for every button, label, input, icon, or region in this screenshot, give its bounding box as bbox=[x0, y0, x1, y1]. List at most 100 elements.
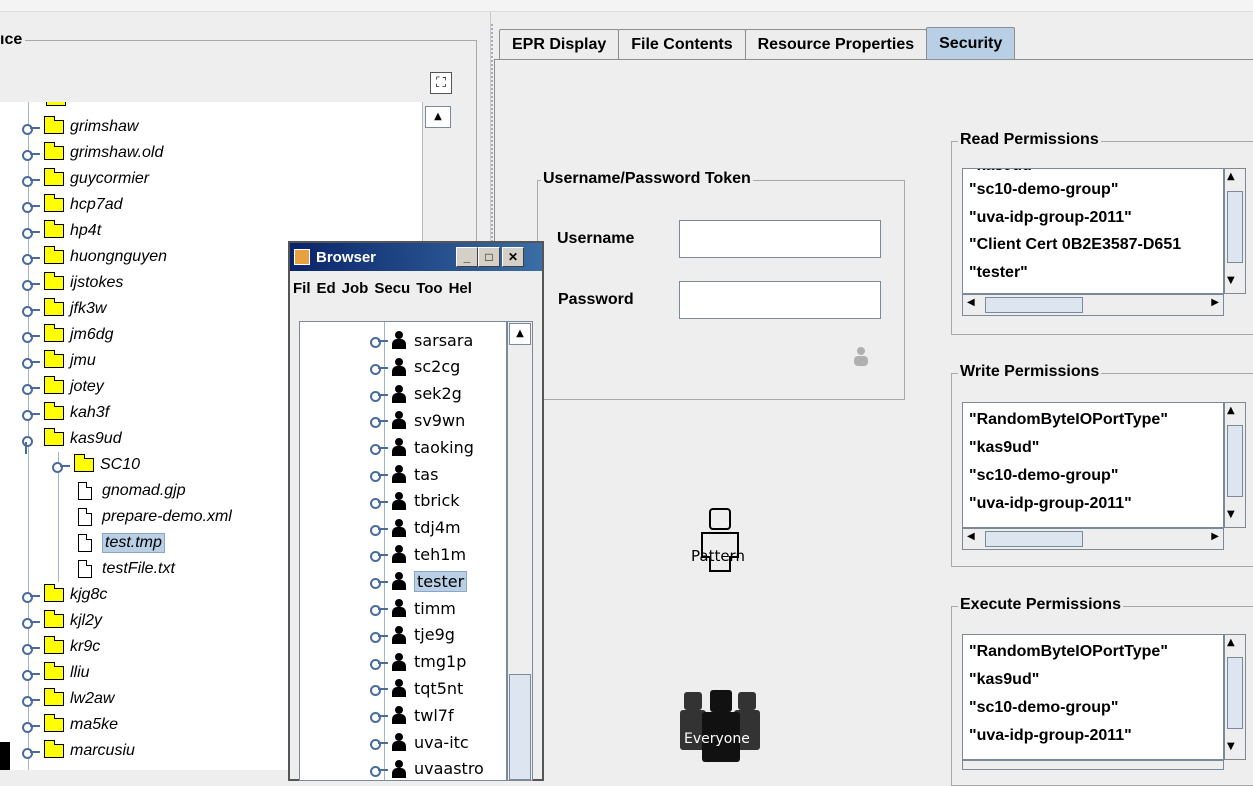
scroll-up-arrow-icon[interactable]: ▲ bbox=[509, 323, 531, 345]
scroll-up-arrow-icon[interactable]: ▲ bbox=[1227, 171, 1235, 182]
tree-item[interactable]: lliu bbox=[22, 660, 90, 686]
user-item[interactable]: uvaastro bbox=[370, 757, 484, 780]
collapsed-handle-icon[interactable] bbox=[22, 122, 40, 135]
collapsed-handle-icon[interactable] bbox=[22, 278, 40, 291]
scroll-thumb[interactable] bbox=[985, 297, 1083, 313]
scroll-down-arrow-icon[interactable]: ▼ bbox=[1227, 275, 1235, 286]
tab-resource-properties[interactable]: Resource Properties bbox=[744, 29, 928, 59]
collapsed-handle-icon[interactable] bbox=[370, 442, 388, 456]
scroll-thumb[interactable] bbox=[1227, 657, 1243, 729]
tree-item[interactable]: jmu bbox=[22, 348, 96, 374]
password-input[interactable] bbox=[679, 281, 881, 319]
collapsed-handle-icon[interactable] bbox=[370, 657, 388, 670]
tree-item[interactable]: kah3f bbox=[22, 400, 109, 426]
permission-item[interactable]: "RandomByteIOPortType" bbox=[969, 643, 1168, 661]
permission-item-partial[interactable]: "kas9ud" bbox=[969, 169, 1039, 175]
tree-item[interactable]: gnomad.gjp bbox=[78, 478, 186, 504]
tab-epr-display[interactable]: EPR Display bbox=[499, 29, 620, 59]
pattern-icon[interactable] bbox=[698, 507, 744, 577]
collapsed-handle-icon[interactable] bbox=[370, 523, 388, 536]
scroll-right-arrow-icon[interactable]: ▶ bbox=[1211, 531, 1219, 542]
collapsed-handle-icon[interactable] bbox=[22, 642, 40, 655]
tree-item[interactable]: guycormier bbox=[22, 166, 149, 192]
collapsed-handle-icon[interactable] bbox=[370, 764, 388, 777]
permission-item[interactable]: "sc10-demo-group" bbox=[969, 467, 1118, 485]
permission-item[interactable]: "uva-idp-group-2011" bbox=[969, 727, 1132, 745]
scroll-left-arrow-icon[interactable]: ◀ bbox=[967, 297, 975, 308]
menu-jobs[interactable]: Job bbox=[339, 280, 372, 297]
user-item[interactable]: uva-itc bbox=[370, 730, 469, 754]
tab-security[interactable]: Security bbox=[926, 27, 1016, 59]
scroll-up-arrow-icon[interactable]: ▲ bbox=[1227, 405, 1235, 416]
tree-item[interactable]: testFile.txt bbox=[78, 556, 175, 582]
menu-edit[interactable]: Ed bbox=[314, 280, 339, 297]
user-item[interactable]: tqt5nt bbox=[370, 676, 463, 700]
collapsed-handle-icon[interactable] bbox=[22, 616, 40, 629]
browser-title-bar[interactable]: Browser _ □ ✕ bbox=[290, 243, 542, 271]
scroll-right-arrow-icon[interactable]: ▶ bbox=[1211, 297, 1219, 308]
collapsed-handle-icon[interactable] bbox=[22, 590, 40, 603]
user-item[interactable]: tdj4m bbox=[370, 516, 461, 540]
collapsed-handle-icon[interactable] bbox=[370, 415, 388, 429]
menu-help[interactable]: Hel bbox=[446, 280, 475, 297]
tree-item[interactable]: lw2aw bbox=[22, 686, 114, 712]
scroll-thumb[interactable] bbox=[1227, 191, 1243, 263]
tree-item[interactable]: kr9c bbox=[22, 634, 100, 660]
tree-item[interactable]: grimshaw bbox=[22, 114, 138, 140]
user-item[interactable]: timm bbox=[370, 596, 456, 620]
scroll-thumb[interactable] bbox=[985, 531, 1083, 547]
collapsed-handle-icon[interactable] bbox=[370, 389, 388, 402]
collapsed-handle-icon[interactable] bbox=[22, 668, 40, 681]
permission-item[interactable]: "Client Cert 0B2E3587-D651 bbox=[969, 236, 1181, 254]
collapsed-handle-icon[interactable] bbox=[22, 330, 40, 343]
tree-item[interactable]: hp4t bbox=[22, 218, 101, 244]
tree-item[interactable]: jfk3w bbox=[22, 296, 106, 322]
permission-item[interactable]: "sc10-demo-group" bbox=[969, 699, 1118, 717]
user-item[interactable]: taoking bbox=[370, 435, 474, 459]
user-item[interactable]: sarsara bbox=[370, 328, 473, 352]
maximize-icon[interactable]: □ bbox=[478, 247, 500, 267]
permission-item[interactable]: "sc10-demo-group" bbox=[969, 181, 1118, 199]
tree-item[interactable]: SC10 bbox=[52, 452, 140, 478]
tree-item[interactable]: hcp7ad bbox=[22, 192, 123, 218]
write-permissions-list[interactable]: "RandomByteIOPortType" "kas9ud" "sc10-de… bbox=[962, 402, 1224, 528]
tree-item[interactable]: test.tmp bbox=[78, 530, 165, 556]
tree-item[interactable]: prepare-demo.xml bbox=[78, 504, 232, 530]
user-item[interactable]: tbrick bbox=[370, 489, 460, 513]
scroll-left-arrow-icon[interactable]: ◀ bbox=[967, 531, 975, 542]
everyone-icon[interactable] bbox=[680, 688, 762, 770]
collapsed-handle-icon[interactable] bbox=[22, 304, 40, 317]
write-list-vscroll[interactable]: ▲ ▼ bbox=[1224, 402, 1246, 528]
permission-item[interactable]: "tester" bbox=[969, 264, 1028, 282]
collapsed-handle-icon[interactable] bbox=[22, 746, 40, 759]
collapsed-handle-icon[interactable] bbox=[370, 603, 388, 616]
permission-item[interactable]: "uva-idp-group-2011" bbox=[969, 495, 1132, 513]
tree-item[interactable]: kjl2y bbox=[22, 608, 102, 634]
collapsed-handle-icon[interactable] bbox=[370, 576, 388, 590]
tree-item[interactable]: ma5ke bbox=[22, 712, 118, 738]
tree-item[interactable]: grimshaw.old bbox=[22, 140, 163, 166]
collapsed-handle-icon[interactable] bbox=[370, 335, 388, 348]
minimize-icon[interactable]: _ bbox=[456, 247, 478, 267]
user-item[interactable]: twl7f bbox=[370, 703, 454, 727]
collapsed-handle-icon[interactable] bbox=[22, 382, 40, 395]
execute-permissions-list[interactable]: "RandomByteIOPortType" "kas9ud" "sc10-de… bbox=[962, 634, 1224, 760]
collapse-icon[interactable]: ⛶ bbox=[430, 72, 452, 94]
collapsed-handle-icon[interactable] bbox=[22, 694, 40, 707]
user-tree-vscroll[interactable]: ▲ bbox=[507, 321, 533, 781]
collapsed-handle-icon[interactable] bbox=[22, 408, 40, 421]
tree-item[interactable]: kas9ud bbox=[22, 426, 122, 454]
collapsed-handle-icon[interactable] bbox=[22, 174, 40, 187]
expanded-handle-icon[interactable] bbox=[22, 434, 40, 454]
user-item[interactable]: tmg1p bbox=[370, 650, 466, 674]
collapsed-handle-icon[interactable] bbox=[22, 226, 40, 239]
collapsed-handle-icon[interactable] bbox=[370, 710, 388, 724]
collapsed-handle-icon[interactable] bbox=[22, 252, 40, 265]
menu-file[interactable]: Fil bbox=[290, 280, 314, 297]
tree-item[interactable]: marcusiu bbox=[22, 738, 135, 764]
scroll-thumb[interactable] bbox=[509, 674, 531, 780]
permission-item[interactable]: "uva-idp-group-2011" bbox=[969, 209, 1132, 227]
scroll-up-arrow-icon[interactable]: ▲ bbox=[1227, 637, 1235, 648]
read-list-hscroll[interactable]: ◀ ▶ bbox=[962, 294, 1224, 316]
collapsed-handle-icon[interactable] bbox=[52, 460, 70, 473]
